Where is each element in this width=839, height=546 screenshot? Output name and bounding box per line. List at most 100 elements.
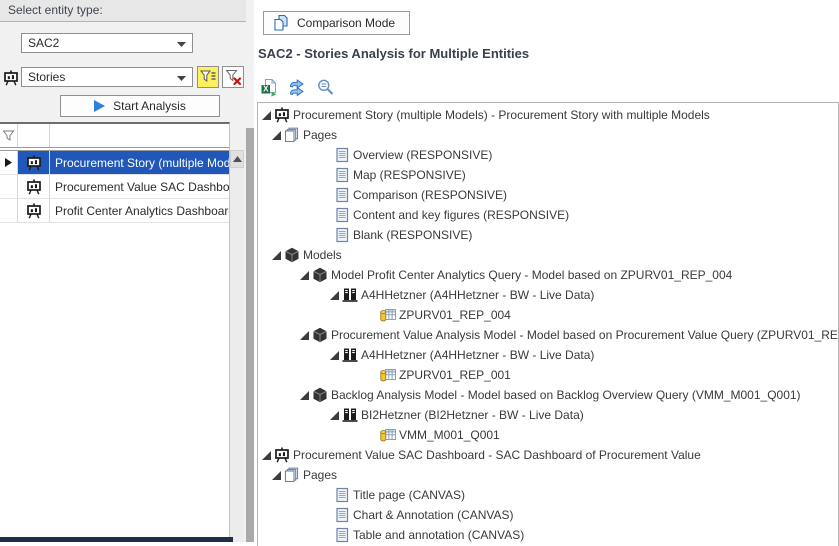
tree-item-label: Pages xyxy=(302,468,337,482)
list-item-label: Procurement Value SAC Dashboard xyxy=(50,175,229,198)
tree-item-system[interactable]: A4HHetzner (A4HHetzner - BW - Live Data) xyxy=(258,285,838,305)
list-item[interactable]: Procurement Value SAC Dashboard xyxy=(0,175,229,199)
export-excel-icon: X xyxy=(260,78,279,97)
tree-item-label: Models xyxy=(302,248,342,262)
tree-item-group-pages[interactable]: Pages xyxy=(258,465,838,485)
filter-cell-text-column[interactable] xyxy=(50,124,229,147)
list-item[interactable]: Procurement Story (multiple Models) xyxy=(0,151,229,175)
chevron-down-icon xyxy=(177,42,186,47)
filter-funnel-icon xyxy=(199,68,217,86)
arrow-up-icon xyxy=(233,156,242,162)
start-analysis-label: Start Analysis xyxy=(113,99,186,113)
servers-icon xyxy=(342,347,358,363)
tree-item-query[interactable]: ZPURV01_REP_004 xyxy=(258,305,838,325)
analysis-panel: Comparison Mode SAC2 - Stories Analysis … xyxy=(254,0,839,542)
easel-icon xyxy=(26,155,42,171)
clear-filter-button[interactable] xyxy=(222,66,244,88)
clear-filter-icon xyxy=(224,68,242,86)
tree-item-label: A4HHetzner (A4HHetzner - BW - Live Data) xyxy=(360,288,594,302)
expander-icon[interactable] xyxy=(262,451,271,460)
tree-item-model[interactable]: Model Profit Center Analytics Query - Mo… xyxy=(258,265,838,285)
tree-item-page[interactable]: Comparison (RESPONSIVE) xyxy=(258,185,838,205)
tree-item-label: ZPURV01_REP_001 xyxy=(398,368,511,382)
panel-splitter[interactable] xyxy=(246,0,254,542)
tree-item-system[interactable]: A4HHetzner (A4HHetzner - BW - Live Data) xyxy=(258,345,838,365)
tree-item-label: Table and annotation (CANVAS) xyxy=(352,528,524,542)
chevron-down-icon xyxy=(177,76,186,81)
tree-item-page[interactable]: Content and key figures (RESPONSIVE) xyxy=(258,205,838,225)
tree-item-label: VMM_M001_Q001 xyxy=(398,428,500,442)
list-item[interactable]: Profit Center Analytics Dashboard (Pr xyxy=(0,199,229,223)
page-title: SAC2 - Stories Analysis for Multiple Ent… xyxy=(258,46,529,61)
zoom-button[interactable] xyxy=(314,76,336,98)
db-table-icon xyxy=(380,427,396,443)
tree-item-label: Chart & Annotation (CANVAS) xyxy=(352,508,514,522)
export-excel-button[interactable]: X xyxy=(258,76,280,98)
tree-item-system[interactable]: BI2Hetzner (BI2Hetzner - BW - Live Data) xyxy=(258,405,838,425)
expander-icon[interactable] xyxy=(262,111,271,120)
tree-item-page[interactable]: Title page (CANVAS) xyxy=(258,485,838,505)
entity-list-grid: Procurement Story (multiple Models)Procu… xyxy=(0,122,230,542)
expander-icon[interactable] xyxy=(330,291,339,300)
expander-icon[interactable] xyxy=(272,251,281,260)
list-item-label: Procurement Story (multiple Models) xyxy=(50,151,229,174)
page-icon xyxy=(334,147,350,163)
tree-item-page[interactable]: Chart & Annotation (CANVAS) xyxy=(258,505,838,525)
object-type-value: Stories xyxy=(28,70,65,84)
row-gutter xyxy=(0,199,18,222)
page-icon xyxy=(334,227,350,243)
tree-item-story[interactable]: Procurement Story (multiple Models) - Pr… xyxy=(258,105,838,125)
page-icon xyxy=(334,207,350,223)
expander-icon[interactable] xyxy=(330,411,339,420)
tree-item-model[interactable]: Backlog Analysis Model - Model based on … xyxy=(258,385,838,405)
db-table-icon xyxy=(380,307,396,323)
tree-item-label: Backlog Analysis Model - Model based on … xyxy=(330,388,801,402)
tree-item-label: A4HHetzner (A4HHetzner - BW - Live Data) xyxy=(360,348,594,362)
tree-item-model[interactable]: Procurement Value Analysis Model - Model… xyxy=(258,325,838,345)
cube-icon xyxy=(312,387,328,403)
grid-filter-row[interactable] xyxy=(0,124,229,148)
expand-all-button[interactable] xyxy=(286,76,308,98)
tree-item-label: Blank (RESPONSIVE) xyxy=(352,228,472,242)
tree-item-label: Comparison (RESPONSIVE) xyxy=(352,188,507,202)
tree-item-page[interactable]: Table and annotation (CANVAS) xyxy=(258,525,838,545)
entity-selector-panel: Select entity type: SAC2 Stories Start A… xyxy=(0,0,246,542)
expander-icon[interactable] xyxy=(272,131,281,140)
expander-icon[interactable] xyxy=(300,331,309,340)
expander-icon[interactable] xyxy=(300,271,309,280)
servers-icon xyxy=(342,407,358,423)
comparison-mode-button[interactable]: Comparison Mode xyxy=(263,11,410,35)
object-type-dropdown[interactable]: Stories xyxy=(21,67,193,87)
tree-item-story[interactable]: Procurement Value SAC Dashboard - SAC Da… xyxy=(258,445,838,465)
expander-icon[interactable] xyxy=(330,351,339,360)
scroll-up-button[interactable] xyxy=(230,150,244,168)
filter-button[interactable] xyxy=(197,66,219,88)
entity-type-dropdown[interactable]: SAC2 xyxy=(21,33,193,53)
filter-cell-icon-column[interactable] xyxy=(18,124,50,147)
row-icon-cell xyxy=(18,151,50,174)
row-icon-cell xyxy=(18,175,50,198)
filter-row-gutter xyxy=(0,124,18,147)
tree-item-group-pages[interactable]: Pages xyxy=(258,125,838,145)
row-icon-cell xyxy=(18,199,50,222)
tree-item-query[interactable]: VMM_M001_Q001 xyxy=(258,425,838,445)
tree-item-page[interactable]: Overview (RESPONSIVE) xyxy=(258,145,838,165)
panel-header-label: Select entity type: xyxy=(8,3,103,17)
easel-icon xyxy=(3,70,19,86)
comparison-mode-label: Comparison Mode xyxy=(297,16,395,30)
analysis-toolbar: X xyxy=(258,76,336,98)
tree-item-query[interactable]: ZPURV01_REP_001 xyxy=(258,365,838,385)
start-analysis-button[interactable]: Start Analysis xyxy=(60,95,220,117)
tree-item-page[interactable]: Map (RESPONSIVE) xyxy=(258,165,838,185)
tree-item-label: Procurement Value SAC Dashboard - SAC Da… xyxy=(292,448,701,462)
tree-item-page[interactable]: Blank (RESPONSIVE) xyxy=(258,225,838,245)
tree-item-group-models[interactable]: Models xyxy=(258,245,838,265)
tree-item-label: Procurement Story (multiple Models) - Pr… xyxy=(292,108,710,122)
easel-icon xyxy=(274,447,290,463)
expander-icon[interactable] xyxy=(272,471,281,480)
easel-icon xyxy=(274,107,290,123)
list-scrollbar[interactable] xyxy=(230,150,244,542)
cube-icon xyxy=(312,267,328,283)
comparison-pages-icon xyxy=(272,14,290,32)
expander-icon[interactable] xyxy=(300,391,309,400)
